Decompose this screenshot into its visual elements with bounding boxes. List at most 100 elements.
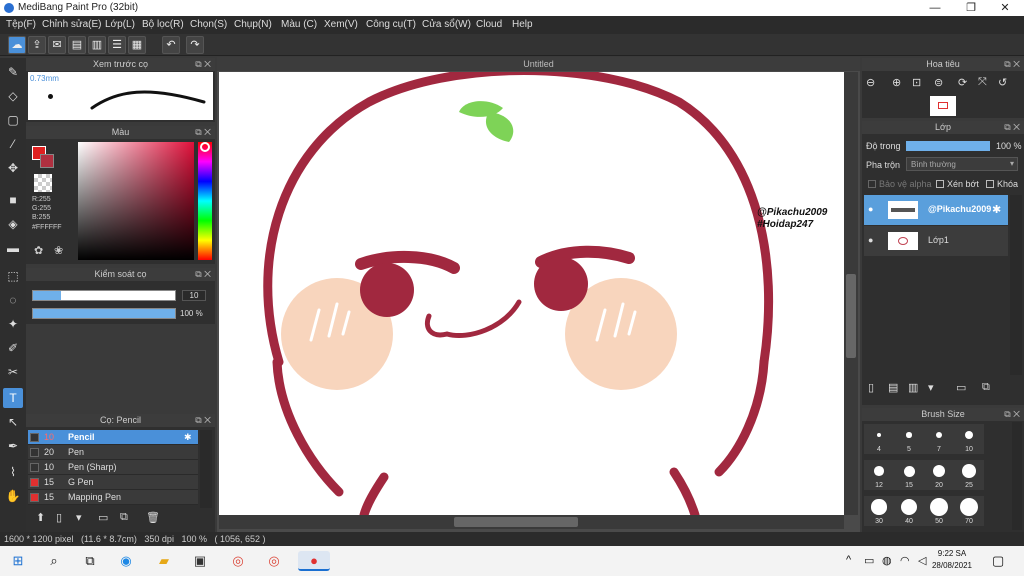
color-saturation-picker[interactable] xyxy=(78,142,194,260)
menu-select[interactable]: Chọn(S) xyxy=(190,19,227,30)
new-layer-icon[interactable]: ▯ xyxy=(868,381,874,394)
zoom-out-icon[interactable]: ⊖ xyxy=(866,76,875,89)
panel-controls-icon[interactable]: ⧉ ✕ xyxy=(195,126,211,139)
gear-icon[interactable]: ✱ xyxy=(184,432,192,443)
brush-size-scrollbar[interactable] xyxy=(1012,422,1022,530)
blend-mode-select[interactable]: Bình thường ▾ xyxy=(906,157,1018,171)
brush-delete-icon[interactable]: 🗑 xyxy=(146,511,160,524)
text-tool-icon[interactable]: T xyxy=(3,388,23,408)
chrome-profile-icon[interactable]: ◎ xyxy=(264,551,284,571)
secondary-color-swatch[interactable] xyxy=(40,154,54,168)
grid-icon[interactable]: ▦ xyxy=(128,36,146,54)
canvas-horizontal-scrollbar[interactable] xyxy=(219,515,844,529)
menu-window[interactable]: Cửa sổ(W) xyxy=(422,19,471,30)
protect-alpha-checkbox[interactable]: Bảo vệ alpha xyxy=(868,179,932,189)
folder-icon[interactable]: ▭ xyxy=(956,381,966,394)
panel-controls-icon[interactable]: ⧉ ✕ xyxy=(195,414,211,427)
panel-controls-icon[interactable]: ⧉ ✕ xyxy=(195,58,211,71)
menu-view[interactable]: Xem(V) xyxy=(324,19,358,30)
layer-row-selected[interactable]: ● @Pikachu2009 ✱ xyxy=(864,195,1008,225)
menu-capture[interactable]: Chụp(N) xyxy=(234,19,272,30)
brush-add-icon[interactable]: ▾ xyxy=(76,511,82,524)
canvas-tab[interactable]: Untitled xyxy=(217,57,860,71)
select-eraser-tool-icon[interactable]: ✂ xyxy=(3,362,23,382)
brush-item-mapping-pen[interactable]: 15 Mapping Pen xyxy=(28,490,198,505)
fill-shape-tool-icon[interactable]: ■ xyxy=(3,190,23,210)
eye-icon[interactable]: ● xyxy=(868,235,873,245)
brush-size-option[interactable]: 25 xyxy=(954,460,984,490)
rectangle-tool-icon[interactable]: ▢ xyxy=(3,110,23,130)
dot-tool-icon[interactable]: ⁄ xyxy=(3,134,23,154)
blur-tool-icon[interactable]: ✒ xyxy=(3,436,23,456)
brush-size-option[interactable]: 70 xyxy=(954,496,984,526)
notification-icon[interactable]: ▢ xyxy=(992,553,1004,569)
volume-icon[interactable]: ◁ xyxy=(918,554,926,567)
document-icon[interactable]: ▥ xyxy=(88,36,106,54)
navigator-thumbnail[interactable] xyxy=(930,96,956,116)
brush-size-option[interactable]: 12 xyxy=(864,460,894,490)
new-8bit-layer-icon[interactable]: ▥ xyxy=(908,381,918,394)
menu-filter[interactable]: Bộ lọc(R) xyxy=(142,19,184,30)
navigator-viewport[interactable] xyxy=(938,102,948,109)
menu-help[interactable]: Help xyxy=(512,19,533,30)
menu-cloud[interactable]: Cloud xyxy=(476,19,502,30)
brush-copy-icon[interactable]: ⧉ xyxy=(120,511,128,524)
zoom-in-icon[interactable]: ⊕ xyxy=(892,76,901,89)
duplicate-layer-icon[interactable]: ⧉ xyxy=(982,381,990,394)
operation-tool-icon[interactable]: ↖ xyxy=(3,412,23,432)
brush-new-icon[interactable]: ▯ xyxy=(56,511,62,524)
canvas-vertical-scrollbar[interactable] xyxy=(844,72,858,515)
brush-size-option[interactable]: 5 xyxy=(894,424,924,454)
brush-size-option[interactable]: 50 xyxy=(924,496,954,526)
store-icon[interactable]: ▣ xyxy=(190,551,210,571)
brush-size-option[interactable]: 20 xyxy=(924,460,954,490)
menu-color[interactable]: Màu (C) xyxy=(281,19,317,30)
panel-controls-icon[interactable]: ⧉ ✕ xyxy=(1004,408,1020,421)
brush-size-option[interactable]: 10 xyxy=(954,424,984,454)
clock-date[interactable]: 28/08/2021 xyxy=(930,561,974,570)
hand-tool-icon[interactable]: ✋ xyxy=(3,486,23,506)
edge-browser-icon[interactable]: ◉ xyxy=(116,551,136,571)
camera-icon[interactable]: ◍ xyxy=(882,554,892,567)
brush-download-icon[interactable]: ⬆ xyxy=(36,511,45,524)
rotate-icon[interactable]: ⟳ xyxy=(958,76,967,89)
add-layer-dropdown-icon[interactable]: ▾ xyxy=(928,381,934,394)
palette-icon[interactable]: ✿ xyxy=(34,244,43,257)
comment-icon[interactable]: ✉ xyxy=(48,36,66,54)
eyedropper-tool-icon[interactable]: ⌇ xyxy=(3,462,23,482)
brush-size-option[interactable]: 7 xyxy=(924,424,954,454)
minimize-button[interactable]: — xyxy=(918,0,952,16)
drawing-canvas[interactable]: @Pikachu2009 #Hoidap247 xyxy=(219,72,844,515)
panel-controls-icon[interactable]: ⧉ ✕ xyxy=(1004,121,1020,134)
list-icon[interactable]: ☰ xyxy=(108,36,126,54)
menu-layer[interactable]: Lớp(L) xyxy=(105,19,135,30)
select-tool-icon[interactable]: ⬚ xyxy=(3,266,23,286)
brush-item-pencil[interactable]: 10 Pencil ✱ xyxy=(28,430,198,445)
lasso-tool-icon[interactable]: ◌ xyxy=(3,290,23,310)
clock-time[interactable]: 9:22 SA xyxy=(934,549,970,558)
message-icon[interactable]: ▤ xyxy=(68,36,86,54)
search-icon[interactable]: ⌕ xyxy=(44,551,64,571)
brush-list-scrollbar[interactable] xyxy=(200,430,212,508)
brush-folder-icon[interactable]: ▭ xyxy=(98,511,108,524)
transparent-swatch[interactable] xyxy=(34,174,52,192)
lock-checkbox[interactable]: Khóa xyxy=(986,179,1018,189)
panel-controls-icon[interactable]: ⧉ ✕ xyxy=(195,268,211,281)
brush-tool-icon[interactable]: ✎ xyxy=(3,62,23,82)
close-button[interactable]: ✕ xyxy=(988,0,1022,16)
hue-slider[interactable] xyxy=(198,142,212,260)
chrome-icon[interactable]: ◎ xyxy=(228,551,248,571)
medibang-taskbar-icon[interactable]: ● xyxy=(298,551,330,571)
menu-edit[interactable]: Chỉnh sửa(E) xyxy=(42,19,102,30)
new-halftone-layer-icon[interactable]: ▤ xyxy=(888,381,898,394)
task-view-icon[interactable]: ⧉ xyxy=(80,551,100,571)
battery-icon[interactable]: ▭ xyxy=(864,554,874,567)
layer-row[interactable]: ● Lớp1 xyxy=(864,226,1008,256)
brush-size-option[interactable]: 15 xyxy=(894,460,924,490)
horizontal-scroll-thumb[interactable] xyxy=(454,517,578,527)
cloud-icon[interactable]: ☁ xyxy=(8,36,26,54)
opacity-slider[interactable] xyxy=(32,308,176,319)
move-tool-icon[interactable]: ✥ xyxy=(3,158,23,178)
gradient-tool-icon[interactable]: ▬ xyxy=(3,238,23,258)
brush-item-pen[interactable]: 20 Pen xyxy=(28,445,198,460)
